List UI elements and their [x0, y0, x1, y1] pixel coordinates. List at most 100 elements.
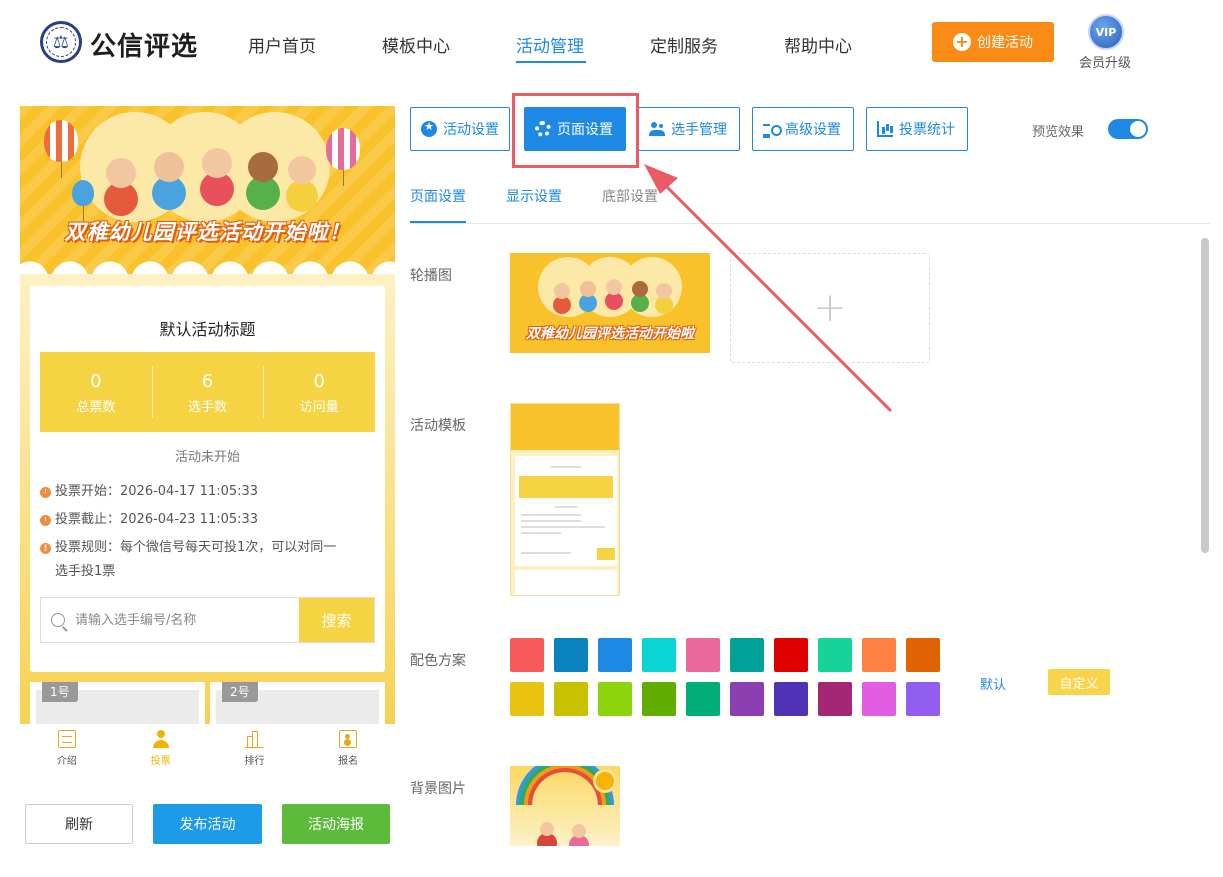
color-swatch[interactable] — [554, 638, 588, 672]
nav-template-center[interactable]: 模板中心 — [382, 32, 450, 57]
vote-statistics-button[interactable]: 投票统计 — [866, 107, 968, 151]
page-settings-button[interactable]: 页面设置 — [524, 107, 626, 151]
nav-activity-management[interactable]: 活动管理 — [516, 32, 584, 57]
banner-title: 双稚幼儿园评选活动开始啦！ — [64, 220, 351, 244]
stat-visits: 0 访问量 — [263, 352, 375, 432]
color-swatch[interactable] — [774, 682, 808, 716]
activity-poster-button[interactable]: 活动海报 — [282, 804, 390, 844]
clock-icon — [40, 515, 51, 526]
settings-sliders-icon — [763, 121, 782, 138]
subtab-divider — [410, 223, 1210, 224]
users-icon — [649, 121, 665, 137]
child-figure — [154, 152, 184, 182]
mobile-preview: 双稚幼儿园评选活动开始啦！ 默认活动标题 0 总票数 6 选手数 0 访问量 活… — [20, 106, 395, 772]
hot-air-balloon-icon — [72, 180, 94, 222]
subtab-display-settings[interactable]: 显示设置 — [506, 186, 562, 206]
subtab-page-settings[interactable]: 页面设置 — [410, 186, 466, 206]
color-swatch[interactable] — [598, 638, 632, 672]
sun-icon — [596, 772, 614, 790]
child-figure — [106, 158, 136, 188]
child-figure — [248, 152, 278, 182]
carousel-image[interactable]: 双稚幼儿园评选活动开始啦 — [510, 253, 710, 353]
color-swatch[interactable] — [686, 638, 720, 672]
color-swatch[interactable] — [906, 682, 940, 716]
color-scheme-default[interactable]: 默认 — [980, 674, 1006, 693]
template-label: 活动模板 — [410, 418, 466, 434]
nav-active-underline — [516, 61, 586, 63]
bar-chart-icon — [877, 121, 893, 137]
user-icon — [152, 730, 170, 748]
tab-intro[interactable]: 介绍 — [20, 724, 114, 772]
background-image-label: 背景图片 — [410, 781, 466, 797]
nav-help-center[interactable]: 帮助中心 — [784, 32, 852, 57]
color-swatch[interactable] — [774, 638, 808, 672]
refresh-button[interactable]: 刷新 — [25, 804, 133, 844]
search-icon — [41, 598, 75, 642]
color-swatch[interactable] — [730, 682, 764, 716]
preview-body: 默认活动标题 0 总票数 6 选手数 0 访问量 活动未开始 投票开始：2026… — [20, 274, 395, 772]
child-figure — [202, 148, 232, 178]
color-swatch[interactable] — [818, 682, 852, 716]
hot-air-balloon-icon — [44, 120, 78, 178]
plus-circle-icon: + — [953, 33, 971, 51]
color-swatch[interactable] — [510, 638, 544, 672]
carousel-label: 轮播图 — [410, 268, 452, 284]
publish-activity-button[interactable]: 发布活动 — [153, 804, 262, 844]
color-swatch[interactable] — [598, 682, 632, 716]
create-activity-button[interactable]: + 创建活动 — [932, 22, 1054, 62]
search-button[interactable]: 搜索 — [299, 598, 374, 642]
stat-player-count: 6 选手数 — [151, 352, 264, 432]
vote-end-line: 投票截止：2026-04-23 11:05:33 — [40, 508, 258, 532]
plus-icon: + — [813, 285, 847, 331]
nav-user-home[interactable]: 用户首页 — [248, 32, 316, 57]
vip-upgrade-link[interactable]: 会员升级 — [1079, 52, 1131, 71]
color-swatch[interactable] — [862, 638, 896, 672]
color-swatch[interactable] — [862, 682, 896, 716]
color-swatch[interactable] — [730, 638, 764, 672]
color-swatch[interactable] — [818, 638, 852, 672]
preview-banner: 双稚幼儿园评选活动开始啦！ — [20, 106, 395, 274]
search-input[interactable] — [75, 598, 299, 642]
vip-icon[interactable]: VIP — [1088, 14, 1124, 50]
advanced-settings-button[interactable]: 高级设置 — [752, 107, 854, 151]
activity-title: 默认活动标题 — [159, 320, 256, 339]
activity-settings-button[interactable]: 活动设置 — [410, 107, 510, 151]
activity-info-card: 默认活动标题 0 总票数 6 选手数 0 访问量 活动未开始 投票开始：2026… — [30, 286, 385, 672]
signup-icon — [339, 730, 358, 748]
tab-signup[interactable]: 报名 — [301, 724, 395, 772]
player-management-button[interactable]: 选手管理 — [638, 107, 740, 151]
tab-ranking[interactable]: 排行 — [208, 724, 302, 772]
logo-text: 公信评选 — [90, 32, 199, 62]
carousel-upload-button[interactable]: + — [730, 253, 930, 363]
star-icon — [421, 120, 437, 137]
hot-air-balloon-icon — [326, 128, 360, 186]
top-header: ⚖ 公信评选 用户首页 模板中心 活动管理 定制服务 帮助中心 + 创建活动 V… — [0, 0, 1223, 86]
nav-custom-service[interactable]: 定制服务 — [650, 32, 718, 57]
color-scheme-custom-button[interactable]: 自定义 — [1048, 669, 1110, 695]
ranking-icon — [245, 730, 264, 748]
color-scheme-label: 配色方案 — [410, 653, 466, 669]
document-icon — [57, 730, 76, 748]
player-number: 2号 — [222, 682, 258, 702]
subtab-footer-settings[interactable]: 底部设置 — [602, 186, 658, 206]
settings-scrollbar[interactable] — [1201, 238, 1209, 553]
logo-emblem-icon: ⚖ — [40, 21, 82, 63]
gear-icon — [535, 121, 551, 137]
color-swatch[interactable] — [686, 682, 720, 716]
color-swatch[interactable] — [510, 682, 544, 716]
preview-effect-label: 预览效果 — [1032, 125, 1085, 140]
color-swatch[interactable] — [906, 638, 940, 672]
tab-vote[interactable]: 投票 — [114, 724, 208, 772]
background-image-thumbnail[interactable] — [510, 766, 620, 846]
color-swatch[interactable] — [642, 638, 676, 672]
color-swatch[interactable] — [554, 682, 588, 716]
player-search: 搜索 — [40, 597, 375, 643]
activity-status: 活动未开始 — [174, 450, 240, 465]
player-number: 1号 — [42, 682, 78, 702]
activity-template-thumbnail[interactable] — [510, 403, 620, 596]
vote-rule-line: 投票规则：每个微信号每天可投1次，可以对同一选手投1票 — [40, 536, 341, 584]
preview-tabbar: 介绍 投票 排行 报名 — [20, 724, 395, 772]
preview-toggle[interactable] — [1108, 119, 1148, 139]
info-icon — [40, 537, 51, 561]
color-swatch[interactable] — [642, 682, 676, 716]
